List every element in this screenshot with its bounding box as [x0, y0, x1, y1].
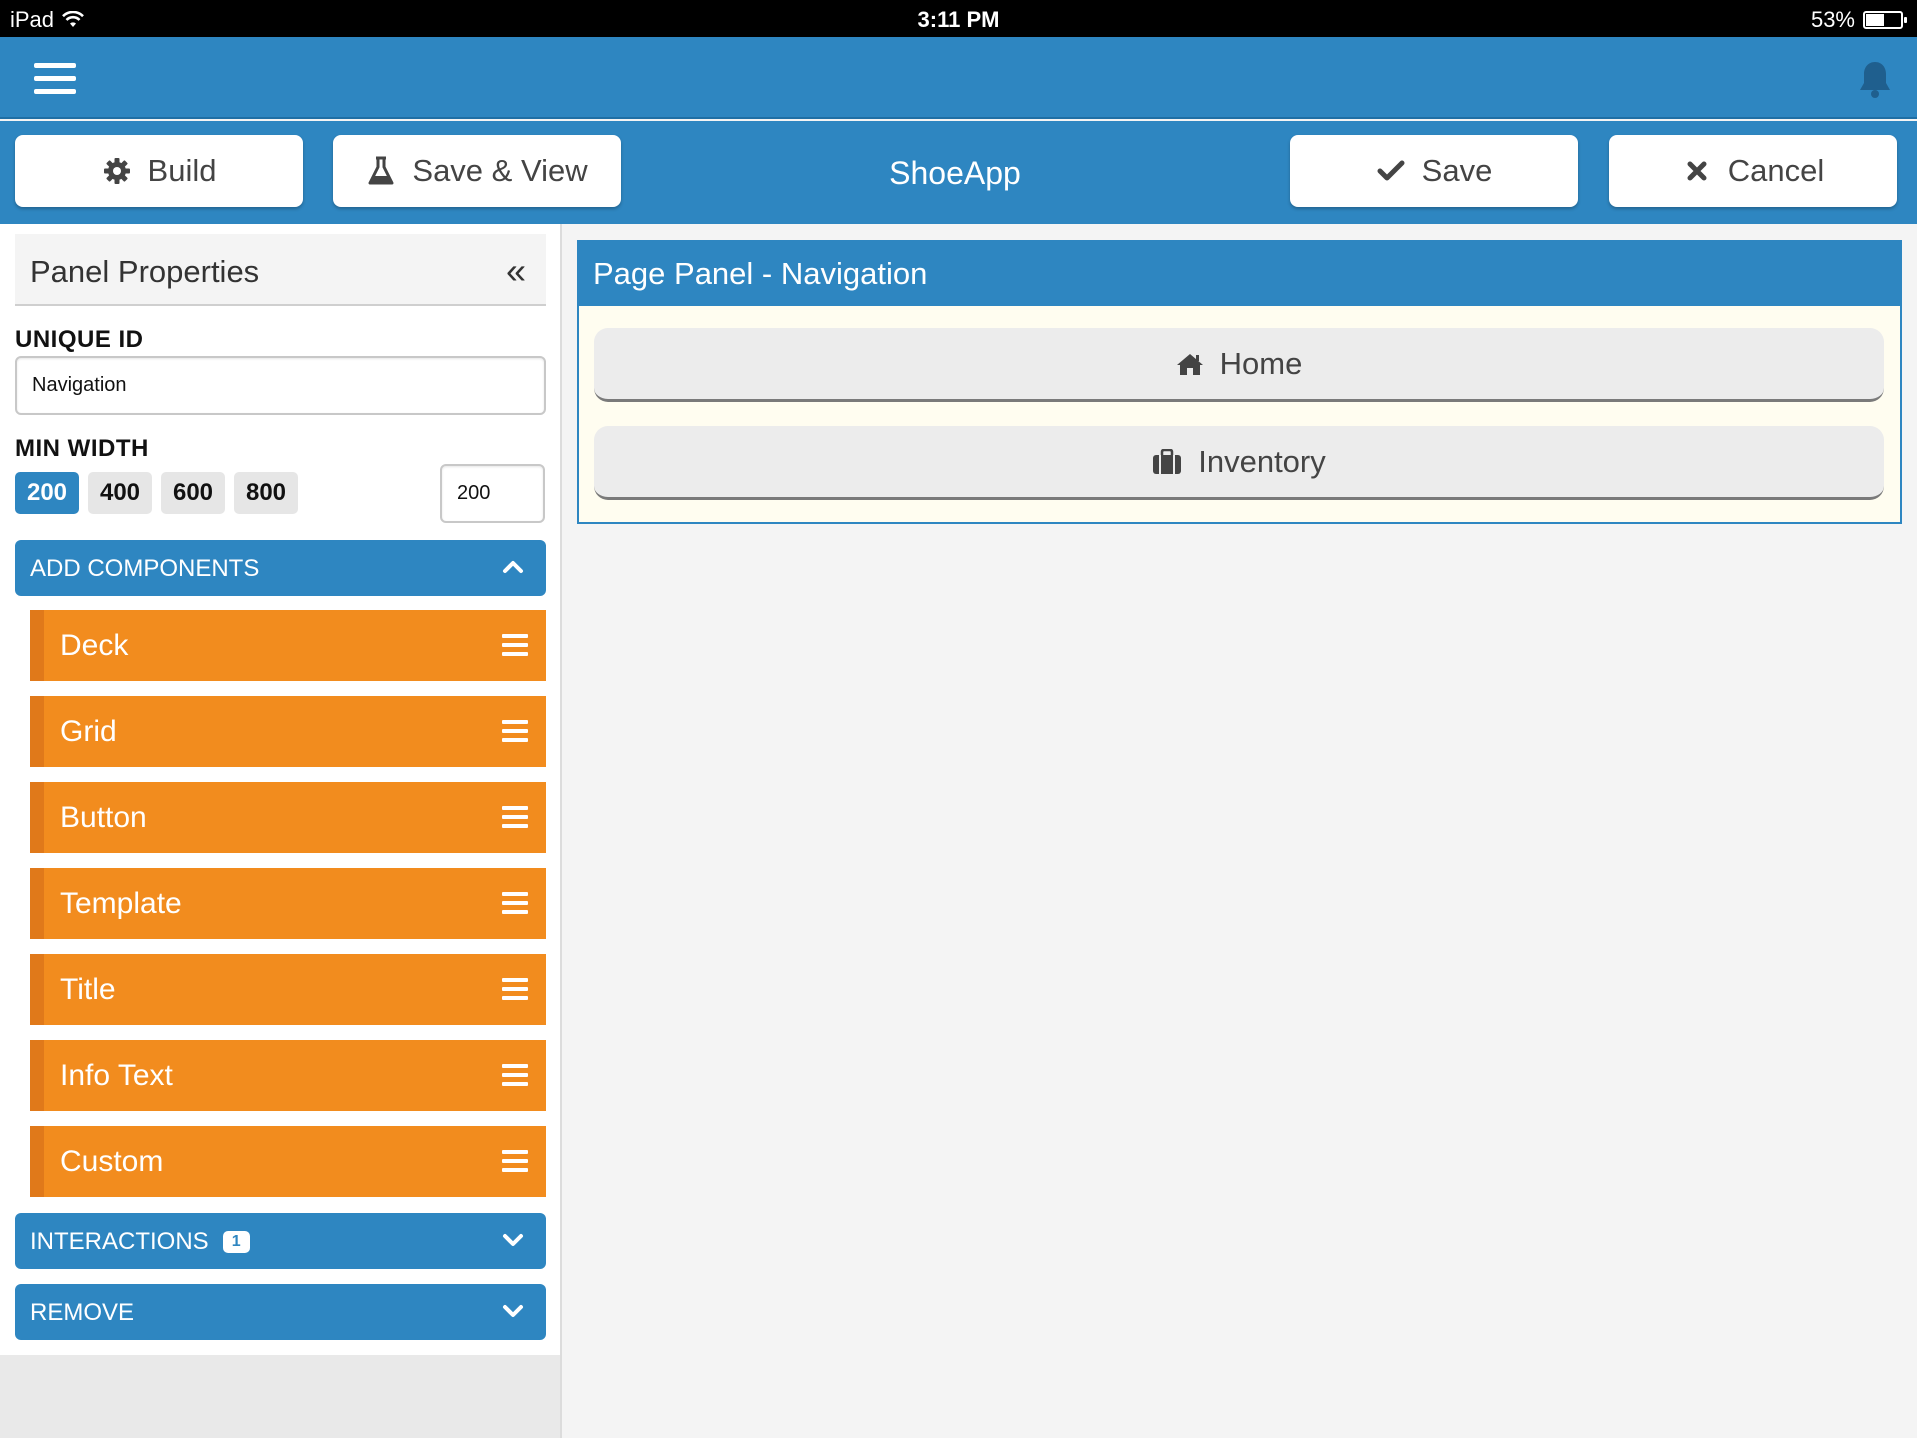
add-components-header[interactable]: ADD COMPONENTS	[15, 540, 546, 596]
flask-icon	[366, 156, 396, 186]
build-button[interactable]: Build	[15, 135, 303, 207]
gear-icon	[102, 156, 132, 186]
build-label: Build	[147, 153, 217, 188]
component-label: Title	[60, 973, 116, 1006]
collapse-sidebar-icon[interactable]: «	[506, 250, 526, 292]
editor-toolbar: Build Save & View ShoeApp Save Cancel	[0, 121, 1917, 224]
component-deck[interactable]: Deck	[30, 610, 546, 681]
chevron-down-icon	[503, 1234, 523, 1246]
component-label: Button	[60, 801, 147, 834]
status-bar: iPad 3:11 PM 53%	[0, 0, 1917, 37]
page-panel-navigation[interactable]: Page Panel - Navigation Home Inventory	[577, 240, 1902, 524]
nav-button-label: Home	[1219, 345, 1303, 381]
panel-properties-title: Panel Properties	[30, 254, 260, 289]
page-panel-header: Page Panel - Navigation	[579, 242, 1900, 306]
unique-id-label: UNIQUE ID	[15, 326, 144, 353]
drag-handle-icon[interactable]	[502, 978, 528, 1000]
top-navbar	[0, 37, 1917, 119]
interactions-count-badge: 1	[222, 1231, 250, 1253]
component-label: Info Text	[60, 1059, 173, 1092]
interactions-header[interactable]: INTERACTIONS 1	[15, 1213, 546, 1269]
component-custom[interactable]: Custom	[30, 1126, 546, 1197]
component-label: Grid	[60, 715, 117, 748]
drag-handle-icon[interactable]	[502, 1064, 528, 1086]
status-time: 3:11 PM	[917, 7, 1000, 32]
drag-handle-icon[interactable]	[502, 634, 528, 656]
nav-button-inventory[interactable]: Inventory	[594, 426, 1884, 500]
add-components-label: ADD COMPONENTS	[30, 555, 260, 582]
min-width-option-800[interactable]: 800	[234, 472, 298, 514]
bell-icon[interactable]	[1857, 59, 1893, 99]
drag-handle-icon[interactable]	[502, 806, 528, 828]
component-template[interactable]: Template	[30, 868, 546, 939]
component-title[interactable]: Title	[30, 954, 546, 1025]
drag-handle-icon[interactable]	[502, 720, 528, 742]
save-view-button[interactable]: Save & View	[333, 135, 621, 207]
component-grid[interactable]: Grid	[30, 696, 546, 767]
component-info-text[interactable]: Info Text	[30, 1040, 546, 1111]
panel-properties-header: Panel Properties «	[15, 234, 546, 306]
status-right: 53%	[1810, 7, 1907, 33]
chevron-down-icon	[503, 1305, 523, 1317]
component-label: Template	[60, 887, 182, 920]
battery-fill	[1866, 14, 1884, 26]
remove-label: REMOVE	[30, 1299, 135, 1326]
nav-button-home[interactable]: Home	[594, 328, 1884, 402]
cancel-button[interactable]: Cancel	[1609, 135, 1897, 207]
save-view-label: Save & View	[412, 153, 588, 188]
min-width-label: MIN WIDTH	[15, 435, 149, 462]
x-icon	[1682, 156, 1712, 186]
hamburger-menu-icon[interactable]	[34, 63, 76, 95]
nav-button-label: Inventory	[1198, 443, 1326, 479]
save-label: Save	[1421, 153, 1493, 188]
min-width-option-200[interactable]: 200	[15, 472, 79, 514]
properties-sidebar: Panel Properties « UNIQUE ID Navigation …	[0, 224, 562, 1438]
drag-handle-icon[interactable]	[502, 1150, 528, 1172]
home-icon	[1176, 353, 1203, 375]
battery-icon	[1863, 11, 1907, 29]
interactions-label: INTERACTIONS	[30, 1228, 209, 1255]
page-panel-title: Page Panel - Navigation	[593, 256, 928, 291]
check-icon	[1376, 156, 1406, 186]
component-button[interactable]: Button	[30, 782, 546, 853]
save-button[interactable]: Save	[1290, 135, 1578, 207]
interactions-label-wrap: INTERACTIONS 1	[30, 1228, 250, 1256]
component-label: Custom	[60, 1145, 164, 1178]
unique-id-input[interactable]: Navigation	[15, 356, 546, 415]
app-title: ShoeApp	[889, 155, 1021, 191]
cancel-label: Cancel	[1727, 153, 1825, 188]
chevron-up-icon	[503, 561, 523, 573]
battery-percent: 53%	[1810, 7, 1855, 32]
component-label: Deck	[60, 629, 129, 662]
remove-header[interactable]: REMOVE	[15, 1284, 546, 1340]
min-width-input[interactable]: 200	[440, 464, 545, 523]
briefcase-icon	[1153, 448, 1182, 474]
min-width-option-600[interactable]: 600	[161, 472, 225, 514]
min-width-option-400[interactable]: 400	[88, 472, 152, 514]
drag-handle-icon[interactable]	[502, 892, 528, 914]
